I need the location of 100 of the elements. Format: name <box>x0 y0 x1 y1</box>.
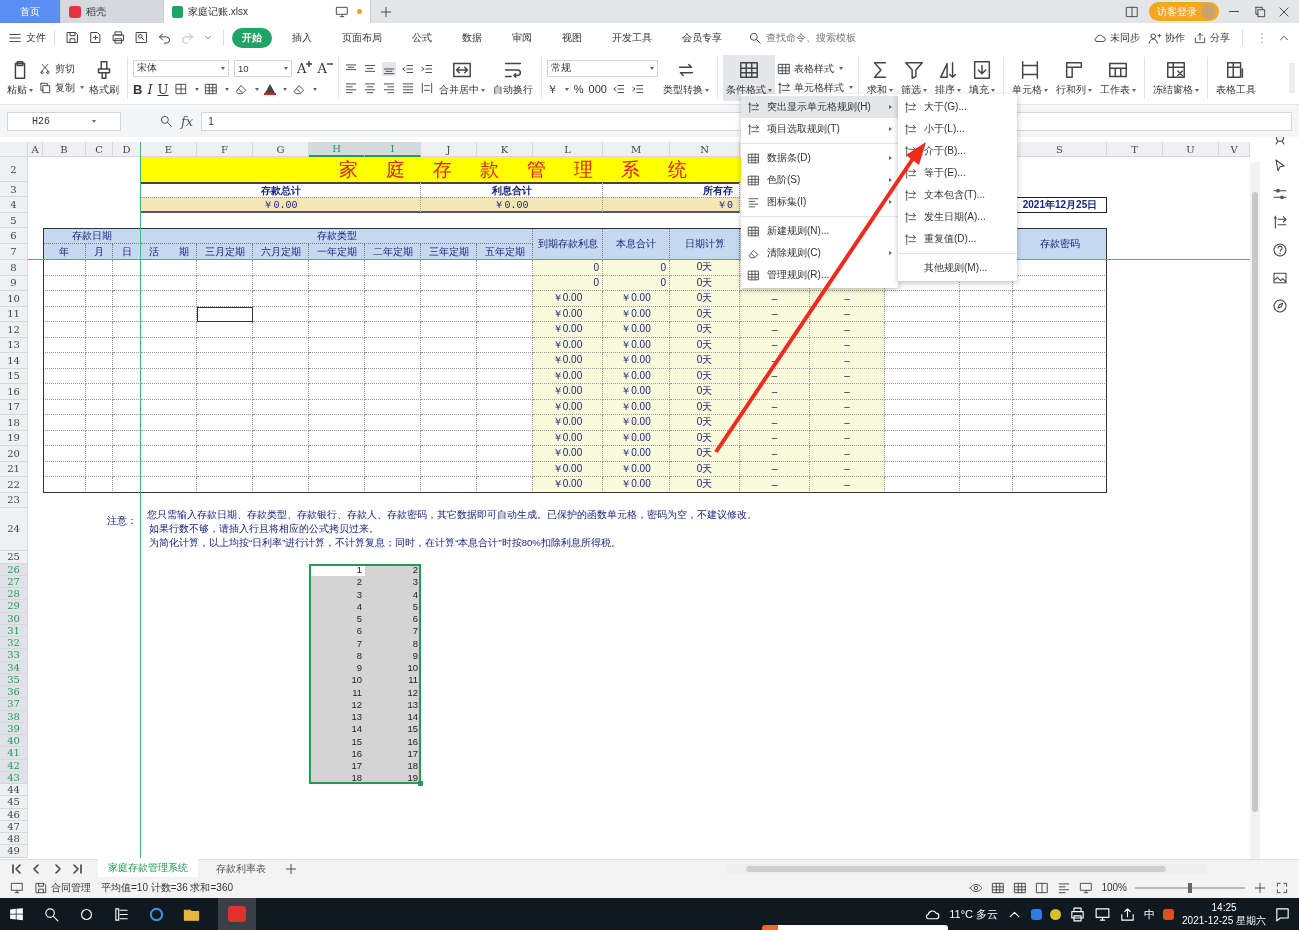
tray-app-icon[interactable] <box>1050 908 1062 920</box>
ribbon-tab[interactable]: 视图 <box>552 27 592 48</box>
row-header[interactable]: 4 <box>0 197 28 213</box>
weather-text[interactable]: 11°C 多云 <box>949 906 999 922</box>
sheet-tab[interactable]: 存款利率表 <box>206 859 276 878</box>
thousands-button[interactable]: 000 <box>588 83 607 95</box>
conditional-format-button[interactable]: 条件格式 <box>722 55 775 101</box>
menu-item[interactable]: 大于(G)... <box>898 96 1017 118</box>
font-select[interactable]: 宋体 <box>133 59 229 77</box>
freeze-button[interactable]: 冻结窗格 <box>1149 55 1202 101</box>
column-header[interactable]: F <box>197 142 253 157</box>
ribbon-tab[interactable]: 插入 <box>282 27 322 48</box>
format-painter-button[interactable]: 格式刷 <box>86 55 122 101</box>
underline-button[interactable]: U <box>157 81 169 97</box>
row-header[interactable]: 18 <box>0 415 28 431</box>
row-header[interactable]: 22 <box>0 477 28 493</box>
bold-button[interactable]: B <box>133 81 143 97</box>
toolbar-button[interactable]: 未同步 <box>1093 30 1140 45</box>
column-header[interactable]: A <box>28 142 43 157</box>
row-header[interactable]: 10 <box>0 291 28 307</box>
column-header[interactable]: N <box>670 142 740 157</box>
row-header[interactable]: 16 <box>0 384 28 400</box>
close-icon[interactable] <box>1277 4 1291 19</box>
font-size-select[interactable]: 10 <box>234 59 292 77</box>
toolbar-button[interactable]: 分享 <box>1193 30 1230 45</box>
italic-button[interactable]: I <box>147 81 153 97</box>
column-header[interactable]: C <box>86 142 113 157</box>
type-convert-button[interactable]: 类型转换 <box>659 55 712 101</box>
ribbon-tab[interactable]: 会员专享 <box>672 27 732 48</box>
grow-font-button[interactable]: A <box>297 60 313 76</box>
row-header[interactable]: 8 <box>0 260 28 276</box>
table-tool-button[interactable]: 表格工具 <box>1212 55 1259 101</box>
ime-indicator[interactable]: 中 <box>1144 906 1156 922</box>
rows-columns-button[interactable]: 行和列 <box>1052 55 1095 101</box>
menu-item[interactable]: 小于(L)... <box>898 118 1017 140</box>
row-header[interactable]: 7 <box>0 244 28 260</box>
row-header[interactable]: 14 <box>0 353 28 369</box>
paste-button[interactable]: 粘贴 <box>4 55 36 101</box>
number-format-select[interactable]: 常规 <box>546 59 658 77</box>
table-style-button[interactable]: 表格样式 <box>776 61 853 76</box>
name-box[interactable]: H26 <box>7 111 121 131</box>
column-header[interactable]: G <box>253 142 309 157</box>
ribbon-tab[interactable]: 公式 <box>402 27 442 48</box>
wrap-text-button[interactable]: 自动换行 <box>489 55 536 101</box>
clock[interactable]: 14:25 2021-12-25 星期六 <box>1182 901 1266 927</box>
column-header[interactable]: D <box>113 142 141 157</box>
menu-item[interactable]: 管理规则(R)... <box>741 264 898 286</box>
menu-item[interactable]: 清除规则(C) <box>741 242 898 264</box>
tray-app-icon[interactable] <box>1031 908 1043 920</box>
ribbon-tab[interactable]: 审阅 <box>502 27 542 48</box>
row-header[interactable]: 3 <box>0 182 28 197</box>
row-header[interactable]: 5 <box>0 213 28 228</box>
menu-item[interactable]: 其他规则(M)... <box>898 257 1017 279</box>
search-field[interactable]: 查找命令、搜索模板 <box>748 30 878 45</box>
row-header[interactable]: 24 <box>0 507 28 551</box>
menu-item[interactable]: 突出显示单元格规则(H) <box>741 96 898 118</box>
column-header[interactable]: V <box>1219 142 1250 157</box>
start-icon[interactable] <box>8 905 25 923</box>
column-header[interactable]: L <box>533 142 603 157</box>
shrink-font-button[interactable]: A <box>317 60 333 76</box>
column-header[interactable]: T <box>1107 142 1163 157</box>
row-header[interactable]: 6 <box>0 228 28 244</box>
toolbar-button[interactable]: 协作 <box>1148 30 1185 45</box>
column-header[interactable]: E <box>141 142 197 157</box>
ribbon-tab[interactable]: 开发工具 <box>602 27 662 48</box>
browser-icon[interactable] <box>148 905 165 923</box>
menu-item[interactable]: 等于(E)... <box>898 162 1017 184</box>
sheet-tab[interactable]: 家庭存款管理系统 <box>98 858 198 879</box>
column-header[interactable]: M <box>603 142 670 157</box>
currency-button[interactable]: ￥ <box>546 81 558 97</box>
font-color-icon[interactable] <box>263 83 276 95</box>
vertical-scrollbar[interactable] <box>1250 162 1260 859</box>
sogou-icon[interactable] <box>1163 908 1175 920</box>
copy-button[interactable]: 复制 <box>38 80 84 95</box>
document-tab[interactable]: 稻壳 <box>61 0 164 23</box>
row-header[interactable]: 20 <box>0 446 28 462</box>
menu-item[interactable]: 图标集(I) <box>741 191 898 213</box>
row-header[interactable]: 44 <box>0 784 28 797</box>
worksheet-button[interactable]: 工作表 <box>1096 55 1139 101</box>
cut-button[interactable]: 剪切 <box>38 61 84 76</box>
menu-item[interactable]: 新建规则(N)... <box>741 220 898 242</box>
column-header[interactable]: B <box>43 142 86 157</box>
ribbon-tab[interactable]: 数据 <box>452 27 492 48</box>
row-header[interactable]: 12 <box>0 322 28 338</box>
menu-item[interactable]: 项目选取规则(T) <box>741 118 898 140</box>
ribbon-tab[interactable]: 页面布局 <box>332 27 392 48</box>
column-header[interactable]: K <box>477 142 533 157</box>
percent-button[interactable]: % <box>573 83 584 95</box>
row-header[interactable]: 49 <box>0 845 28 858</box>
file-menu[interactable]: 文件 <box>8 30 46 45</box>
column-header[interactable]: J <box>421 142 477 157</box>
zoom-level[interactable]: 100% <box>1101 882 1127 893</box>
function-label[interactable]: fx <box>181 113 194 129</box>
document-tab[interactable]: 家庭记账.xlsx <box>164 0 371 23</box>
status-app[interactable]: 合同管理 <box>34 880 91 895</box>
merge-center-button[interactable]: 合并居中 <box>435 55 488 101</box>
row-header[interactable]: 45 <box>0 796 28 809</box>
cell-style-button[interactable]: 单元格样式 <box>776 80 853 95</box>
row-header[interactable]: 48 <box>0 833 28 846</box>
row-header[interactable]: 2 <box>0 157 28 182</box>
